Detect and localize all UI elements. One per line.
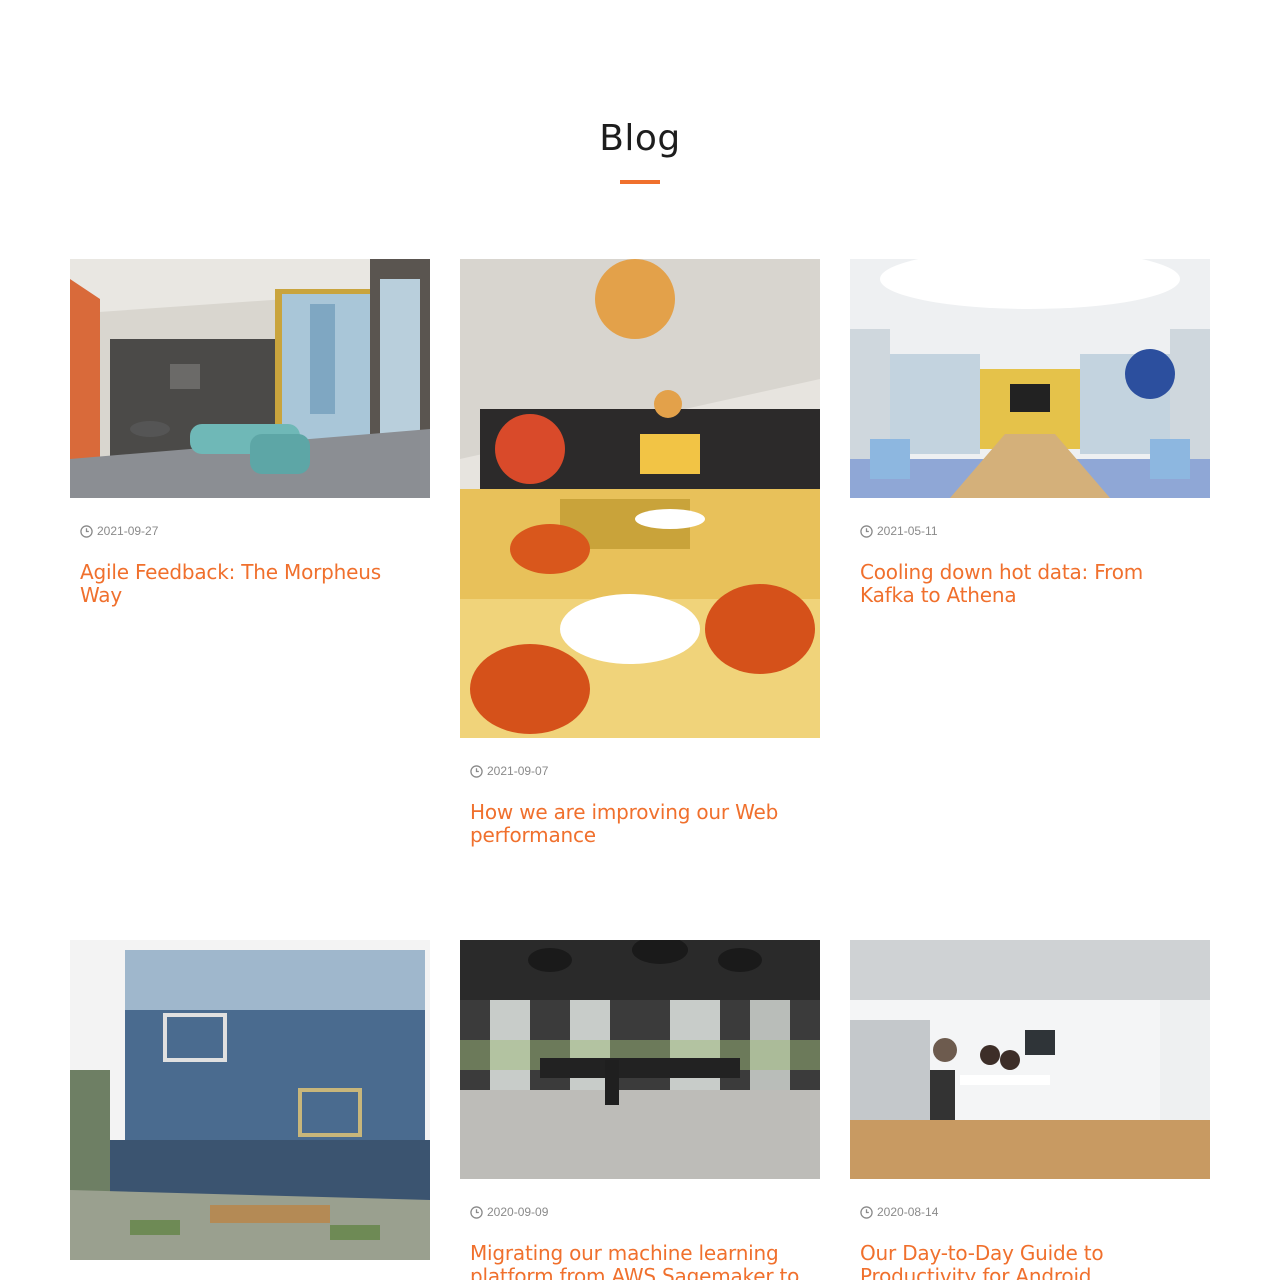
- blog-card: 2021-05-11 Cooling down hot data: From K…: [850, 259, 1210, 607]
- post-thumbnail-link[interactable]: [70, 259, 430, 498]
- post-title-link[interactable]: Agile Feedback: The Morpheus Way: [80, 561, 420, 607]
- post-title-link[interactable]: Migrating our machine learning platform …: [470, 1242, 810, 1280]
- post-title-link[interactable]: Our Day-to-Day Guide to Productivity for…: [860, 1242, 1200, 1280]
- clock-icon: [860, 524, 873, 538]
- meeting-room-photo: [850, 259, 1210, 498]
- post-date: 2021-09-27: [97, 524, 159, 538]
- clock-icon: [80, 524, 93, 538]
- clock-icon: [470, 764, 483, 778]
- blog-card: 2021-09-27 Agile Feedback: The Morpheus …: [70, 259, 430, 607]
- post-meta: 2021-05-11: [860, 524, 1210, 538]
- lounge-chalkboard-photo: [70, 259, 430, 498]
- post-thumbnail-link[interactable]: [70, 940, 430, 1260]
- blog-card: [70, 940, 430, 1260]
- blog-card: 2020-08-14 Our Day-to-Day Guide to Produ…: [850, 940, 1210, 1280]
- post-title-link[interactable]: How we are improving our Web performance: [470, 801, 810, 847]
- post-thumbnail-link[interactable]: [850, 259, 1210, 498]
- clock-icon: [470, 1205, 483, 1219]
- title-underline: [620, 180, 660, 184]
- page-title: Blog: [599, 118, 681, 159]
- blog-card: 2020-09-09 Migrating our machine learnin…: [460, 940, 820, 1280]
- post-meta: 2020-08-14: [860, 1205, 1210, 1219]
- post-meta: 2021-09-07: [470, 764, 820, 778]
- post-meta: 2021-09-27: [80, 524, 430, 538]
- glass-office-team-photo: [850, 940, 1210, 1179]
- blog-card: 2021-09-07 How we are improving our Web …: [460, 259, 820, 847]
- post-date: 2021-09-07: [487, 764, 549, 778]
- post-thumbnail-link[interactable]: [850, 940, 1210, 1179]
- open-office-photo: [460, 940, 820, 1179]
- post-thumbnail-link[interactable]: [460, 940, 820, 1179]
- clock-icon: [860, 1205, 873, 1219]
- post-title-link[interactable]: Cooling down hot data: From Kafka to Ath…: [860, 561, 1200, 607]
- post-thumbnail-link[interactable]: [460, 259, 820, 738]
- post-date: 2020-09-09: [487, 1205, 549, 1219]
- post-meta: 2020-09-09: [470, 1205, 820, 1219]
- post-date: 2020-08-14: [877, 1205, 939, 1219]
- pop-art-cafe-photo: [460, 259, 820, 738]
- glass-building-courtyard-photo: [70, 940, 430, 1260]
- post-date: 2021-05-11: [877, 524, 938, 538]
